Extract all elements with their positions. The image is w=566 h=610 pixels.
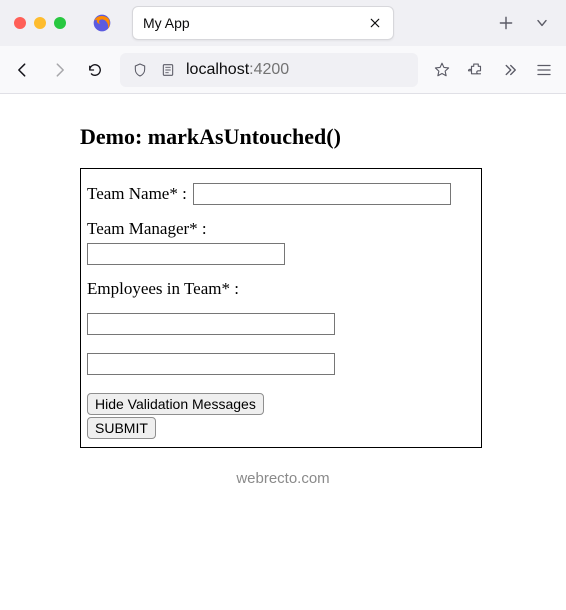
footer-credit: webrecto.com bbox=[0, 470, 566, 487]
browser-tab[interactable]: My App bbox=[132, 6, 394, 40]
browser-toolbar: localhost:4200 bbox=[0, 46, 566, 94]
extensions-icon[interactable] bbox=[466, 60, 486, 80]
employee-input-2[interactable] bbox=[87, 353, 335, 375]
team-name-label: Team Name* : bbox=[87, 184, 187, 204]
page-heading: Demo: markAsUntouched() bbox=[80, 124, 566, 150]
employee-input-1[interactable] bbox=[87, 313, 335, 335]
close-tab-button[interactable] bbox=[367, 15, 383, 31]
shield-icon bbox=[130, 60, 150, 80]
window-controls bbox=[14, 17, 66, 29]
bookmark-star-icon[interactable] bbox=[432, 60, 452, 80]
tab-title: My App bbox=[143, 15, 367, 31]
firefox-icon bbox=[92, 13, 112, 33]
app-menu-icon[interactable] bbox=[534, 60, 554, 80]
minimize-window-button[interactable] bbox=[34, 17, 46, 29]
back-button[interactable] bbox=[12, 59, 34, 81]
url-bar[interactable]: localhost:4200 bbox=[120, 53, 418, 87]
browser-tabbar: My App bbox=[0, 0, 566, 46]
site-info-icon bbox=[158, 60, 178, 80]
team-manager-input[interactable] bbox=[87, 243, 285, 265]
demo-form: Team Name* : Team Manager* : Employees i… bbox=[80, 168, 482, 448]
team-manager-row: Team Manager* : bbox=[87, 219, 473, 265]
hide-validation-button[interactable]: Hide Validation Messages bbox=[87, 393, 264, 415]
overflow-icon[interactable] bbox=[500, 60, 520, 80]
employees-label: Employees in Team* : bbox=[87, 279, 473, 299]
submit-button[interactable]: SUBMIT bbox=[87, 417, 156, 439]
page-content: Demo: markAsUntouched() Team Name* : Tea… bbox=[0, 94, 566, 487]
new-tab-button[interactable] bbox=[496, 13, 516, 33]
team-name-input[interactable] bbox=[193, 183, 451, 205]
team-manager-label: Team Manager* : bbox=[87, 219, 207, 238]
team-name-row: Team Name* : bbox=[87, 183, 473, 205]
url-port: :4200 bbox=[249, 61, 289, 78]
maximize-window-button[interactable] bbox=[54, 17, 66, 29]
reload-button[interactable] bbox=[84, 59, 106, 81]
tab-overview-button[interactable] bbox=[532, 13, 552, 33]
close-window-button[interactable] bbox=[14, 17, 26, 29]
url-host: localhost bbox=[186, 61, 249, 78]
forward-button[interactable] bbox=[48, 59, 70, 81]
